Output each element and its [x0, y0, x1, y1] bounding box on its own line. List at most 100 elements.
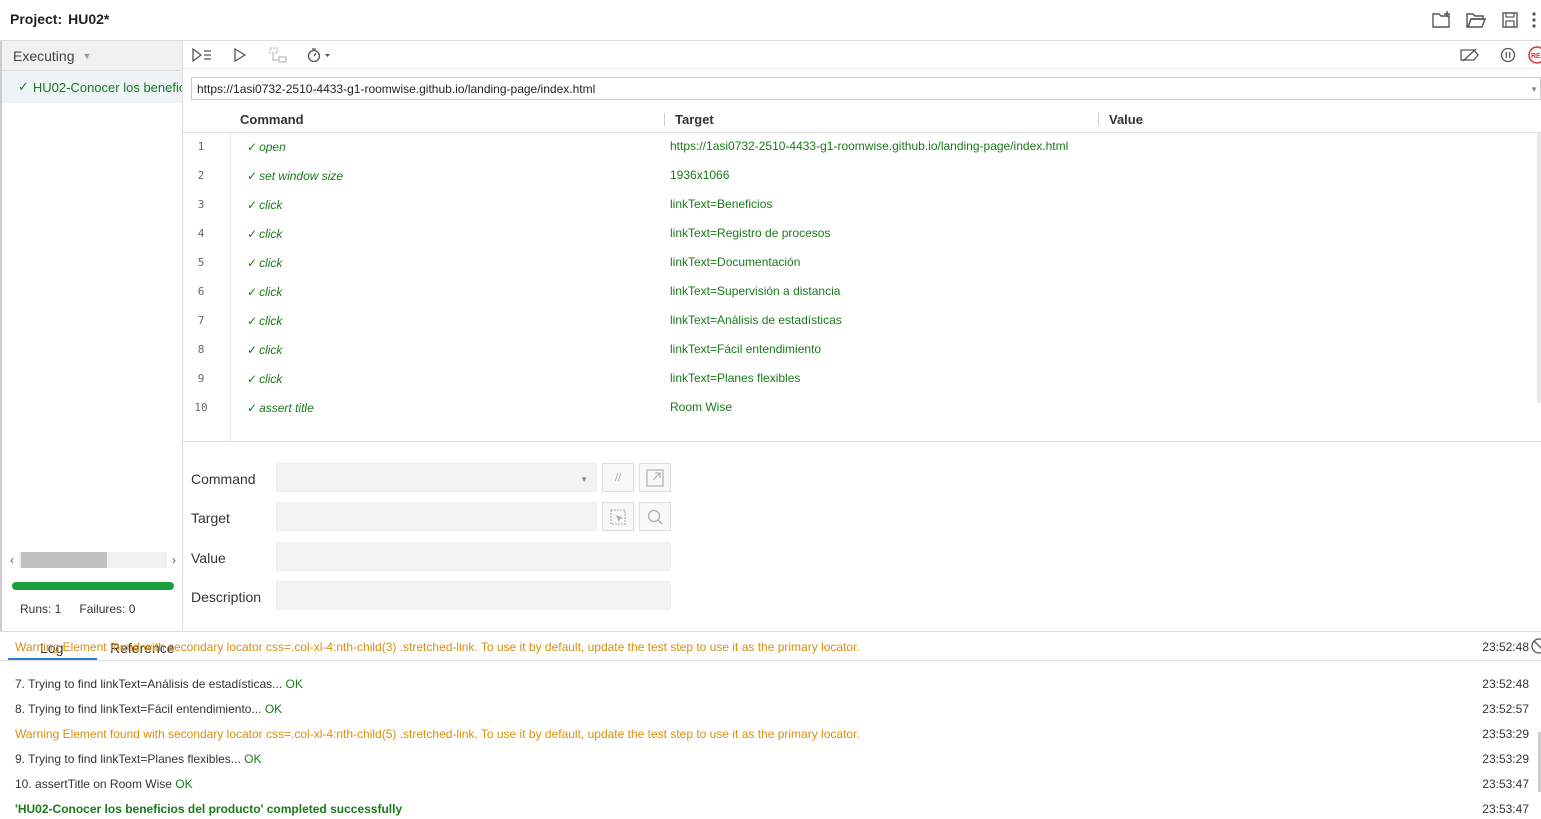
- scroll-track[interactable]: [19, 551, 167, 568]
- target-input[interactable]: [276, 502, 597, 531]
- row-number: 4: [197, 227, 205, 240]
- find-target-button[interactable]: [639, 502, 671, 531]
- command-select[interactable]: ▼: [276, 463, 597, 492]
- log-ok: OK: [264, 702, 283, 716]
- comment-toggle-button[interactable]: //: [602, 463, 634, 492]
- log-time: 23:52:48: [1482, 677, 1529, 691]
- search-icon: [647, 509, 663, 524]
- project-label: Project:: [10, 11, 63, 27]
- log-time: 23:53:29: [1482, 752, 1529, 766]
- row-target: linkText=Planes flexibles: [670, 371, 801, 385]
- row-target: linkText=Análisis de estadísticas: [670, 313, 842, 327]
- check-icon: ✓: [247, 314, 258, 328]
- row-command-text: click: [259, 198, 283, 212]
- table-row[interactable]: 3 ✓ click linkText=Beneficios: [183, 191, 1533, 220]
- check-icon: ✓: [247, 285, 258, 299]
- log-warning: Warning Element found with secondary loc…: [15, 727, 1529, 747]
- speed-icon[interactable]: [297, 41, 341, 69]
- table-row[interactable]: 9 ✓ click linkText=Planes flexibles: [183, 365, 1533, 394]
- table-row[interactable]: 5 ✓ click linkText=Documentación: [183, 249, 1533, 278]
- failures-count: Failures: 0: [79, 602, 136, 616]
- new-project-icon[interactable]: [1425, 8, 1459, 32]
- run-current-test-icon[interactable]: [221, 41, 259, 69]
- log-text: 10. assertTitle on Room Wise OK: [15, 777, 193, 791]
- description-label: Description: [191, 589, 262, 605]
- description-input[interactable]: [276, 581, 671, 610]
- table-row[interactable]: 1 ✓ open https://1asi0732-2510-4433-g1-room…: [183, 133, 1533, 162]
- table-row[interactable]: 6 ✓ click linkText=Supervisión a distancia: [183, 278, 1533, 307]
- row-command-text: set window size: [259, 169, 344, 183]
- table-row[interactable]: 7 ✓ click linkText=Análisis de estadísticas: [183, 307, 1533, 336]
- value-input[interactable]: [276, 542, 671, 571]
- scroll-right-icon[interactable]: ›: [167, 553, 181, 567]
- vertical-scrollbar[interactable]: [1537, 133, 1541, 403]
- column-divider[interactable]: [1098, 113, 1099, 126]
- check-icon: ✓: [247, 198, 258, 212]
- log-text: 'HU02-Conocer los beneficios del product…: [15, 802, 403, 816]
- log-warning: Warning Element found with secondary loc…: [15, 640, 1529, 660]
- row-number: 7: [197, 314, 205, 327]
- record-icon[interactable]: RE: [1527, 41, 1541, 69]
- base-url-field[interactable]: https://1asi0732-2510-4433-g1-roomwise.g…: [191, 77, 1541, 100]
- horizontal-scrollbar[interactable]: ‹ ›: [5, 550, 181, 569]
- pause-on-exceptions-icon[interactable]: [1489, 41, 1527, 69]
- table-row[interactable]: 8 ✓ click linkText=Fácil entendimiento: [183, 336, 1533, 365]
- top-bar: Project: HU02*: [0, 0, 1541, 41]
- test-list-item[interactable]: ✓ HU02-Conocer los beneficios del produc…: [2, 71, 182, 103]
- mode-label: Executing: [13, 47, 75, 64]
- row-target: 1936x1066: [670, 168, 730, 182]
- log-time: 23:53:47: [1482, 777, 1529, 791]
- open-project-icon[interactable]: [1459, 8, 1493, 32]
- check-icon: ✓: [247, 140, 258, 154]
- table-row[interactable]: 10 ✓ assert title Room Wise: [183, 394, 1533, 423]
- run-all-tests-icon[interactable]: [183, 41, 221, 69]
- log-ok: OK: [244, 752, 262, 766]
- project-name[interactable]: HU02*: [68, 11, 109, 27]
- row-command: ✓ set window size: [247, 169, 343, 183]
- scroll-thumb[interactable]: [21, 551, 107, 568]
- log-text: Warning Element found with secondary loc…: [15, 640, 860, 654]
- chevron-down-icon: ▼: [580, 475, 588, 484]
- row-command-text: click: [259, 227, 283, 241]
- row-command: ✓ open: [247, 140, 286, 154]
- row-target: linkText=Fácil entendimiento: [670, 342, 822, 356]
- step-over-icon[interactable]: [259, 41, 297, 69]
- row-target: linkText=Supervisión a distancia: [670, 284, 841, 298]
- check-icon: ✓: [247, 372, 258, 386]
- mode-selector[interactable]: Executing ▼: [2, 41, 182, 71]
- external-link-icon: [646, 468, 664, 487]
- disable-breakpoints-icon[interactable]: [1451, 41, 1489, 69]
- log-time: 23:52:57: [1482, 702, 1529, 716]
- select-element-icon: [610, 508, 626, 525]
- log-entry: 9. Trying to find linkText=Planes flexib…: [15, 752, 1529, 772]
- row-command: ✓ click: [247, 343, 282, 357]
- table-row[interactable]: 4 ✓ click linkText=Registro de procesos: [183, 220, 1533, 249]
- more-options-icon[interactable]: [1527, 8, 1541, 32]
- open-reference-button[interactable]: [639, 463, 671, 492]
- row-command-text: click: [259, 372, 283, 386]
- column-divider[interactable]: [664, 113, 665, 126]
- log-time: 23:53:47: [1482, 802, 1529, 816]
- comment-icon: //: [614, 471, 622, 484]
- scroll-left-icon[interactable]: ‹: [5, 553, 19, 567]
- log-entry: 8. Trying to find linkText=Fácil entendi…: [15, 702, 1529, 722]
- clear-log-icon[interactable]: [1529, 638, 1541, 657]
- editor-toolbar: RE: [183, 41, 1541, 69]
- command-table-header: Command Target Value: [183, 108, 1541, 133]
- log-panel: Log Reference Warning Element found with…: [0, 631, 1541, 819]
- save-project-icon[interactable]: [1493, 8, 1527, 32]
- check-icon: ✓: [247, 343, 258, 357]
- test-name: HU02-Conocer los beneficios del producto: [32, 79, 182, 95]
- check-icon: ✓: [247, 256, 258, 270]
- select-target-button[interactable]: [602, 502, 634, 531]
- row-command-text: click: [259, 314, 283, 328]
- column-value: Value: [1109, 112, 1143, 127]
- run-stats: Runs: 1 Failures: 0: [20, 602, 135, 616]
- check-icon: ✓: [18, 79, 29, 94]
- chevron-down-icon[interactable]: ▼: [1530, 85, 1538, 94]
- column-target: Target: [675, 112, 714, 127]
- row-number: 9: [197, 372, 205, 385]
- table-row[interactable]: 2 ✓ set window size 1936x1066: [183, 162, 1533, 191]
- target-label: Target: [191, 510, 230, 526]
- project-actions: [1425, 8, 1541, 32]
